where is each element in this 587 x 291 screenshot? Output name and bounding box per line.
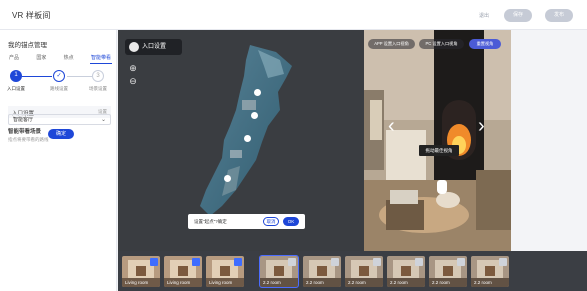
thumbnail-label: 2.2 room [306,280,324,285]
anchor-point[interactable] [254,89,261,96]
scene-thumbnail-strip: Living room Living room Living room 2.2 … [118,251,538,291]
publish-button[interactable]: 发布 [545,9,573,22]
step-3-circle[interactable]: 3 [92,70,104,82]
step-3-label: 场景设置 [89,86,107,91]
prompt-ok-button[interactable]: OK [283,217,299,226]
thumbnail-label: 2.2 room [474,280,492,285]
hand-cursor-icon [437,180,447,194]
step-connector [67,76,92,77]
tab-smart-guide[interactable]: 智能带看 [89,52,112,64]
save-button[interactable]: 保存 [504,9,532,22]
thumbnail-label: 2.2 room [263,280,281,285]
prompt-cancel-button[interactable]: 取消 [263,217,279,226]
strip-filler [538,251,587,291]
step-2-circle[interactable]: ✓ [53,70,65,82]
app-title: VR 样板间 [12,11,51,20]
thumbnail-item[interactable]: 2.2 room [345,256,383,287]
entry-setting-label: 入口设置 [142,44,167,50]
reset-view-button[interactable]: 重置视角 [469,39,501,49]
entry-setting-badge: 入口设置 [125,39,182,55]
vr-icon [457,258,465,266]
step-1-circle[interactable]: 1 [10,70,22,82]
thumbnail-item[interactable]: Living room [164,256,202,287]
anchor-point[interactable] [244,135,251,142]
best-view-tooltip: 拖动最佳视角 [419,145,459,156]
left-panel: 我的锚点管理 产品 国家 热点 智能带看 1 ✓ 3 入口设置 路线设置 场景设… [0,30,117,291]
zoom-out-icon[interactable]: ⊖ [128,76,138,87]
tab-bar: 产品 国家 热点 智能带看 [8,52,112,64]
panel-title: 我的锚点管理 [8,42,47,49]
scene-select[interactable]: 智能客厅 ⌄ [8,114,111,125]
thumbnail-item[interactable]: Living room [122,256,160,287]
thumbnail-item[interactable]: Living room [206,256,244,287]
anchor-point[interactable] [224,175,231,182]
location-pin-icon [129,42,139,52]
tab-product[interactable]: 产品 [8,52,20,64]
thumbnail-item[interactable]: 2.2 room [471,256,509,287]
thumbnail-item[interactable]: 2.2 room [387,256,425,287]
vr-icon [373,258,381,266]
anchor-point[interactable] [251,112,258,119]
thumbnail-item[interactable]: 2.2 room [303,256,341,287]
app-entry-view-button[interactable]: APP 设置入口视角 [368,39,415,49]
step-2-label: 路线设置 [50,86,68,91]
floorplan-map[interactable]: 入口设置 ⊕ ⊖ 设置"起点"?确定 取消 OK [118,30,364,251]
vr-icon [499,258,507,266]
start-point-prompt: 设置"起点"?确定 取消 OK [188,214,305,229]
pc-entry-view-button[interactable]: PC 设置入口视角 [419,39,464,49]
thumbnail-label: Living room [125,280,149,285]
vr-icon [234,258,242,266]
vr-icon [192,258,200,266]
arrow-left-icon[interactable]: ‹ [388,115,395,138]
vr-icon [288,258,296,266]
arrow-right-icon[interactable]: › [478,115,485,138]
thumbnail-item[interactable]: 2.2 room [429,256,467,287]
thumbnail-label: Living room [167,280,191,285]
zoom-in-icon[interactable]: ⊕ [128,63,138,74]
right-blank-area [511,30,587,251]
exit-link[interactable]: 退出 [479,12,489,19]
prompt-text: 设置"起点"?确定 [194,219,227,224]
app-root: VR 样板间 退出 保存 发布 我的锚点管理 产品 国家 热点 智能带看 1 ✓… [0,0,587,291]
step-connector [22,76,52,77]
stepper: 1 ✓ 3 入口设置 路线设置 场景设置 [7,70,107,96]
panorama-image [364,30,511,251]
chevron-down-icon: ⌄ [100,117,106,123]
thumbnail-label: 2.2 room [390,280,408,285]
tab-country[interactable]: 国家 [35,52,47,64]
tab-hotspot[interactable]: 热点 [63,52,75,64]
scene-select-value: 智能客厅 [13,117,34,123]
vr-icon [150,258,158,266]
top-bar: VR 样板间 退出 保存 发布 [0,0,587,30]
thumbnail-item-selected[interactable]: 2.2 room [259,255,299,288]
confirm-button[interactable]: 确定 [48,129,74,139]
step-1-label: 入口设置 [7,86,25,91]
panorama-view[interactable]: APP 设置入口视角 PC 设置入口视角 重置视角 ‹ › 拖动最佳视角 [364,30,511,251]
vr-icon [331,258,339,266]
thumbnail-label: Living room [209,280,233,285]
thumbnail-label: 2.2 room [348,280,366,285]
vr-icon [415,258,423,266]
thumbnail-label: 2.2 room [432,280,450,285]
